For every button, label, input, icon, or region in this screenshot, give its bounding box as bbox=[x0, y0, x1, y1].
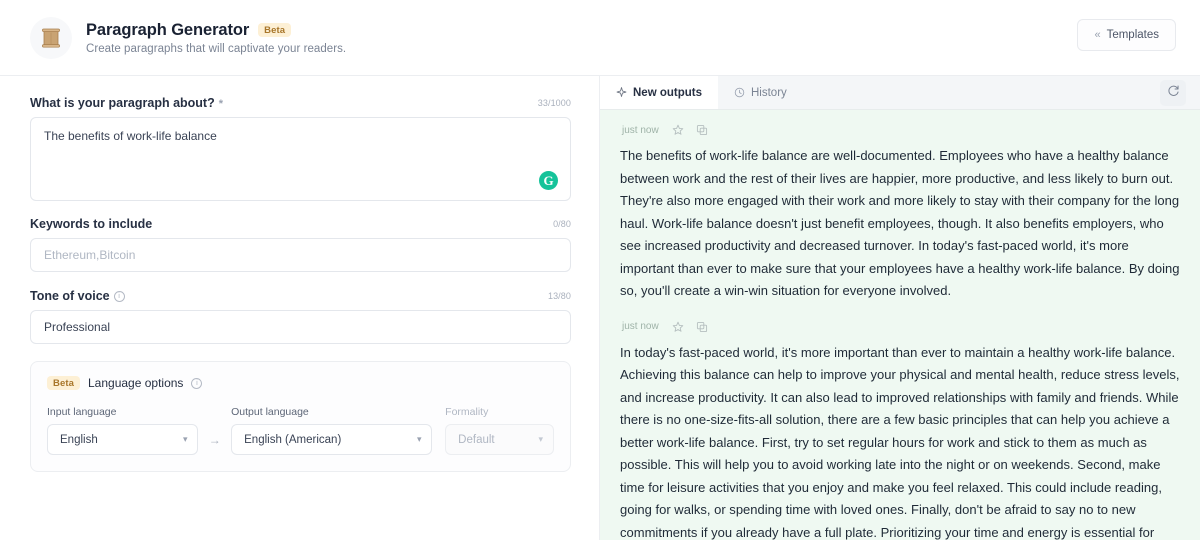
info-circle-icon[interactable]: i bbox=[114, 291, 125, 302]
chevron-down-icon: ▾ bbox=[183, 434, 188, 445]
input-language-label: Input language bbox=[47, 406, 198, 418]
copy-icon[interactable] bbox=[696, 124, 708, 136]
sparkle-icon bbox=[616, 87, 627, 98]
output-panel: New outputs History bbox=[600, 76, 1200, 540]
grammarly-letter: G bbox=[543, 174, 553, 187]
output-language-value: English (American) bbox=[244, 434, 341, 446]
chevron-down-icon: ▾ bbox=[417, 434, 422, 445]
app-root: Paragraph Generator Beta Create paragrap… bbox=[0, 0, 1200, 540]
output-language-select[interactable]: English (American) ▾ bbox=[231, 424, 432, 455]
templates-button[interactable]: « Templates bbox=[1077, 19, 1176, 51]
prompt-field-head: What is your paragraph about? * 33/1000 bbox=[30, 96, 571, 110]
language-options-head: Beta Language options i bbox=[47, 376, 554, 390]
formality-group: Formality Default ▾ bbox=[445, 406, 554, 455]
input-language-select[interactable]: English ▾ bbox=[47, 424, 198, 455]
tab-new-outputs-label: New outputs bbox=[633, 87, 702, 99]
output-timestamp: just now bbox=[622, 125, 659, 136]
star-icon[interactable] bbox=[672, 124, 684, 136]
copy-icon[interactable] bbox=[696, 321, 708, 333]
output-item: just now bbox=[620, 124, 1182, 303]
beta-badge: Beta bbox=[258, 23, 291, 37]
tone-label-wrap: Tone of voice i bbox=[30, 289, 125, 303]
language-direction-arrow: → bbox=[198, 433, 231, 455]
tone-counter: 13/80 bbox=[548, 291, 571, 301]
refresh-icon bbox=[1167, 84, 1180, 102]
chevron-down-icon: ▾ bbox=[538, 434, 543, 445]
body-split: What is your paragraph about? * 33/1000 … bbox=[0, 76, 1200, 540]
tab-history-label: History bbox=[751, 87, 787, 99]
page-subtitle: Create paragraphs that will captivate yo… bbox=[86, 43, 346, 55]
field-prompt: What is your paragraph about? * 33/1000 … bbox=[30, 96, 571, 201]
header-titles: Paragraph Generator Beta Create paragrap… bbox=[86, 21, 346, 55]
output-timestamp: just now bbox=[622, 321, 659, 332]
keywords-counter: 0/80 bbox=[553, 219, 571, 229]
formality-label: Formality bbox=[445, 406, 554, 418]
output-language-label: Output language bbox=[231, 406, 432, 418]
keywords-input[interactable]: Ethereum,Bitcoin bbox=[30, 238, 571, 272]
prompt-value: The benefits of work-life balance bbox=[44, 129, 217, 143]
keywords-placeholder: Ethereum,Bitcoin bbox=[44, 248, 135, 262]
keywords-field-head: Keywords to include 0/80 bbox=[30, 217, 571, 231]
input-language-value: English bbox=[60, 434, 98, 446]
output-text: The benefits of work-life balance are we… bbox=[620, 145, 1182, 303]
output-meta: just now bbox=[620, 124, 1182, 136]
input-language-group: Input language English ▾ bbox=[47, 406, 198, 455]
output-item: just now bbox=[620, 321, 1182, 540]
tone-value: Professional bbox=[44, 320, 110, 334]
keywords-label-wrap: Keywords to include bbox=[30, 217, 152, 231]
star-icon[interactable] bbox=[672, 321, 684, 333]
field-keywords: Keywords to include 0/80 Ethereum,Bitcoi… bbox=[30, 217, 571, 272]
formality-select[interactable]: Default ▾ bbox=[445, 424, 554, 455]
output-tabs-bar: New outputs History bbox=[600, 76, 1200, 110]
output-language-group: Output language English (American) ▾ bbox=[231, 406, 432, 455]
title-row: Paragraph Generator Beta bbox=[86, 21, 346, 40]
scroll-parchment-icon bbox=[30, 17, 72, 59]
page-title: Paragraph Generator bbox=[86, 21, 249, 40]
output-actions bbox=[672, 321, 708, 333]
output-text: In today's fast-paced world, it's more i… bbox=[620, 342, 1182, 540]
header-left: Paragraph Generator Beta Create paragrap… bbox=[30, 17, 346, 59]
prompt-counter: 33/1000 bbox=[538, 98, 571, 108]
field-tone: Tone of voice i 13/80 Professional bbox=[30, 289, 571, 344]
templates-button-label: Templates bbox=[1107, 29, 1159, 41]
language-options-title: Language options bbox=[88, 376, 183, 390]
tab-history[interactable]: History bbox=[718, 76, 803, 109]
clock-icon bbox=[734, 87, 745, 98]
required-marker: * bbox=[219, 98, 223, 110]
language-options-card: Beta Language options i Input language E… bbox=[30, 361, 571, 472]
output-meta: just now bbox=[620, 321, 1182, 333]
prompt-textarea[interactable]: The benefits of work-life balance G bbox=[30, 117, 571, 201]
form-panel: What is your paragraph about? * 33/1000 … bbox=[0, 76, 600, 540]
app-header: Paragraph Generator Beta Create paragrap… bbox=[0, 0, 1200, 76]
keywords-label: Keywords to include bbox=[30, 217, 152, 231]
refresh-button[interactable] bbox=[1160, 80, 1186, 106]
output-list: just now bbox=[600, 110, 1200, 540]
formality-value: Default bbox=[458, 434, 494, 446]
output-separator bbox=[620, 313, 1182, 321]
tab-new-outputs[interactable]: New outputs bbox=[600, 76, 718, 109]
info-circle-icon[interactable]: i bbox=[191, 378, 202, 389]
double-chevron-left-icon: « bbox=[1094, 29, 1099, 41]
tone-field-head: Tone of voice i 13/80 bbox=[30, 289, 571, 303]
tone-label: Tone of voice bbox=[30, 289, 110, 303]
grammarly-icon[interactable]: G bbox=[539, 171, 558, 190]
tone-input[interactable]: Professional bbox=[30, 310, 571, 344]
prompt-label-wrap: What is your paragraph about? * bbox=[30, 96, 223, 110]
prompt-label: What is your paragraph about? bbox=[30, 96, 215, 110]
language-options-row: Input language English ▾ → Output langua… bbox=[47, 406, 554, 455]
output-actions bbox=[672, 124, 708, 136]
language-beta-badge: Beta bbox=[47, 376, 80, 390]
